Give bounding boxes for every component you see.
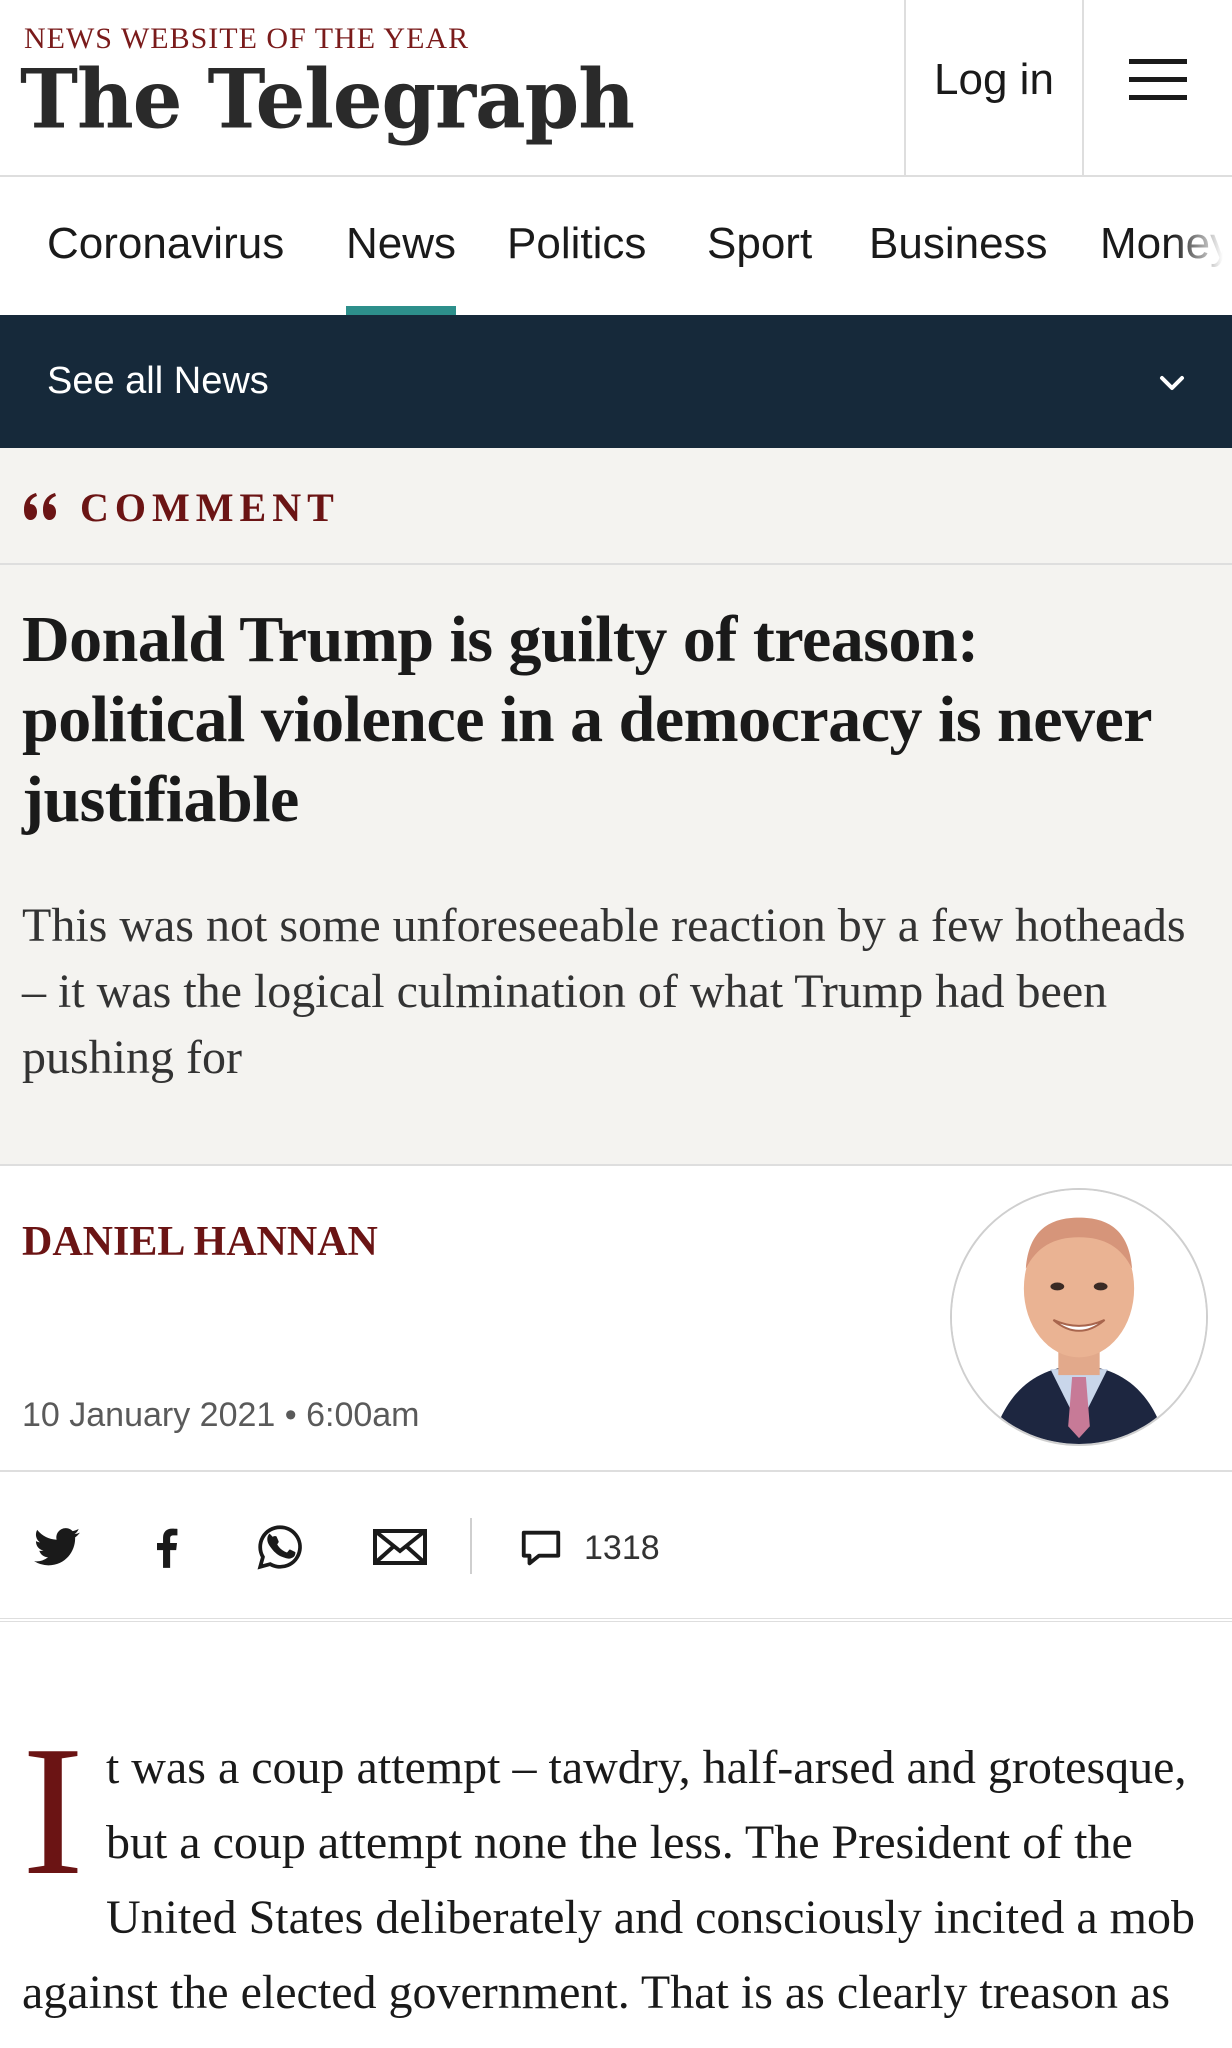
article-header: COMMENT Donald Trump is guilty of treaso… [0, 448, 1232, 1166]
article-standfirst: This was not some unforeseeable reaction… [22, 899, 1186, 1084]
telegraph-logo[interactable]: The Telegraph [20, 52, 635, 148]
whatsapp-icon [257, 1525, 302, 1570]
email-share-button[interactable] [372, 1522, 428, 1572]
nav-item-news[interactable]: News [346, 177, 457, 315]
primary-nav: Coronavirus News Politics Sport Business… [0, 177, 1232, 315]
twitter-icon [34, 1528, 80, 1566]
author-name[interactable]: DANIEL HANNAN [22, 1218, 378, 1266]
twitter-share-button[interactable] [32, 1522, 82, 1572]
email-icon [373, 1529, 427, 1565]
quote-icon [24, 493, 56, 520]
drop-cap: I [22, 1730, 84, 1914]
article-body: I t was a coup attempt – tawdry, half-ar… [22, 1730, 1210, 2048]
nav-item-coronavirus[interactable]: Coronavirus [47, 177, 284, 315]
author-avatar[interactable] [950, 1188, 1208, 1446]
menu-button[interactable] [1082, 0, 1232, 175]
nav-item-business[interactable]: Business [869, 177, 1048, 315]
hamburger-menu-icon [1129, 58, 1187, 100]
section-dropdown-label: See all News [47, 360, 269, 402]
comment-icon [521, 1530, 561, 1566]
article-headline: Donald Trump is guilty of treason: polit… [22, 603, 1151, 836]
chevron-down-icon [1160, 376, 1184, 390]
facebook-icon [157, 1528, 178, 1568]
share-divider [470, 1518, 472, 1574]
comments-button[interactable]: 1318 [518, 1520, 660, 1576]
facebook-share-button[interactable] [142, 1522, 192, 1572]
login-button[interactable]: Log in [904, 0, 1082, 175]
masthead: NEWS WEBSITE OF THE YEAR The Telegraph L… [0, 0, 1232, 177]
article-paragraph: t was a coup attempt – tawdry, half-arse… [22, 1741, 1195, 2019]
section-dropdown[interactable]: See all News [0, 315, 1232, 448]
comment-count: 1318 [584, 1528, 660, 1567]
publish-timestamp: 10 January 2021 • 6:00am [22, 1396, 420, 1434]
nav-fade [1172, 177, 1232, 315]
byline: DANIEL HANNAN 10 January 2021 • 6:00am [0, 1166, 1232, 1472]
section-label-row: COMMENT [0, 448, 1232, 565]
share-bar: 1318 [0, 1472, 1232, 1622]
section-label[interactable]: COMMENT [80, 484, 340, 531]
nav-item-politics[interactable]: Politics [507, 177, 646, 315]
nav-item-sport[interactable]: Sport [707, 177, 812, 315]
whatsapp-share-button[interactable] [255, 1522, 305, 1572]
author-portrait [952, 1190, 1206, 1444]
